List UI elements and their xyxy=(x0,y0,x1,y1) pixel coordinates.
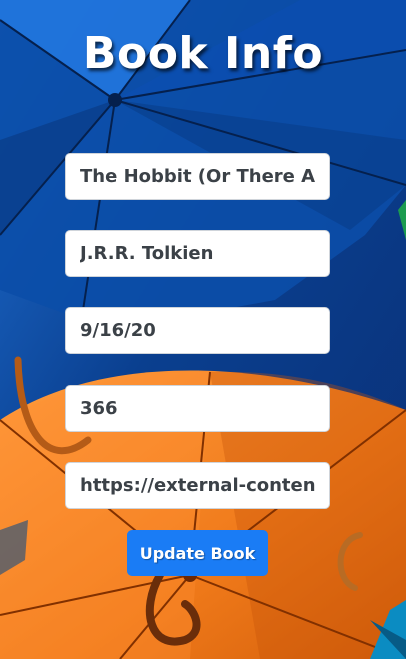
book-title-input[interactable] xyxy=(65,153,330,200)
page-title: Book Info xyxy=(82,28,324,79)
image-url-input[interactable] xyxy=(65,462,330,509)
author-input[interactable] xyxy=(65,230,330,277)
date-input[interactable] xyxy=(65,307,330,354)
book-form-card: Book Info Update Book xyxy=(0,0,406,659)
update-book-button[interactable]: Update Book xyxy=(127,530,268,576)
book-info-page: Book Info Update Book xyxy=(0,0,406,659)
pages-input[interactable] xyxy=(65,385,330,432)
